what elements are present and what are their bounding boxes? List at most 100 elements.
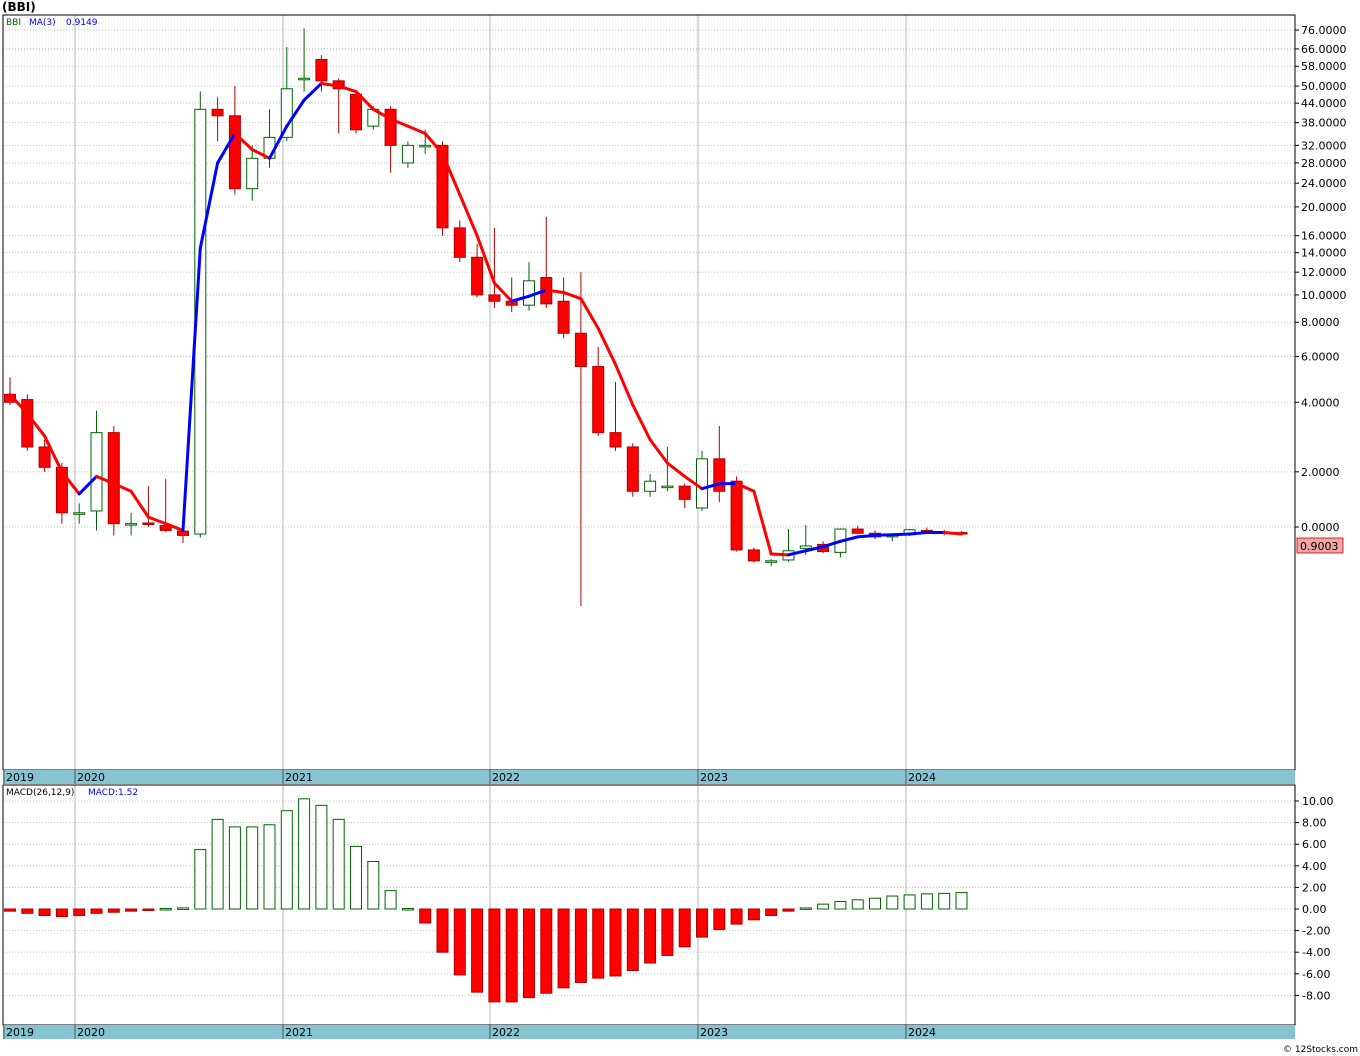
price-ytick-label: 6.0000 [1301,350,1340,363]
candle-up [419,144,432,148]
candle-down [730,480,743,551]
macd-bar-negative [765,908,778,916]
macd-ytick-label: -2.00 [1302,925,1330,938]
macd-bar-positive [211,818,224,910]
candle-down [436,144,449,229]
candle-up [280,88,293,138]
candle-up [765,560,778,563]
candle-down [574,332,587,368]
macd-bar-negative [713,908,726,931]
macd-bar-negative [540,908,553,994]
ma-segment [856,533,877,539]
macd-bar-negative [419,908,432,924]
macd-bar-positive [263,824,276,910]
candle-down [350,93,362,131]
candle-down [592,366,605,434]
macd-bar-positive [869,897,881,910]
macd-bar-positive [315,804,328,910]
legend-macd-value: MACD:1.52 [88,788,138,798]
candle-up [298,77,311,81]
macd-ytick-label: 0.00 [1302,903,1327,916]
macd-xtick-label: 2020 [77,1026,105,1039]
price-ytick-label: 32.0000 [1301,139,1347,152]
legend-symbol: BBI [6,18,21,28]
macd-xtick-label: 2021 [285,1026,313,1039]
macd-bar-negative [55,908,68,918]
ma-segment [908,531,929,536]
candle-down [557,300,570,334]
candle-down [471,256,484,296]
macd-bar-positive [886,895,899,910]
candle-down [851,528,864,534]
price-ytick-label: 4.0000 [1301,396,1340,409]
candle-up [401,144,414,164]
macd-ytick-label: -6.00 [1302,968,1330,981]
candle-down [315,58,328,82]
macd-bar-negative [574,908,587,983]
macd-bar-positive [920,893,933,910]
ma-segment [873,533,894,537]
macd-bar-positive [159,907,172,911]
macd-bar-negative [453,908,466,976]
macd-bar-negative [678,908,691,948]
macd-bar-positive [350,845,362,910]
macd-bar-negative [90,908,103,914]
price-ytick-label: 76.0000 [1301,24,1347,37]
candle-down [228,115,241,190]
macd-ytick-label: 2.00 [1302,881,1327,894]
price-xaxis-band [3,770,1295,784]
macd-xaxis-band [3,1025,1295,1039]
chart: 76.0000 66.0000 58.0000 50.0000 44.0000 38.00… [0,0,1360,1056]
macd-bar-negative [609,908,622,977]
macd-bar-positive [177,907,189,910]
candle-down [488,294,501,302]
legend-ma-value: 0.9149 [66,18,98,28]
macd-bar-positive [367,860,380,910]
macd-xtick-label: 2022 [492,1026,520,1039]
candle-up [696,458,708,509]
macd-bar-positive [246,826,259,910]
macd-ytick-label: -4.00 [1302,946,1330,959]
macd-bar-negative [592,908,605,979]
macd-ytick-label: 4.00 [1302,860,1327,873]
candle-down [142,522,155,525]
macd-bar-positive [332,818,345,910]
price-ytick-label: 24.0000 [1301,177,1347,190]
watermark: © 12Stocks.com [1283,1045,1358,1055]
ma-segment [942,531,963,536]
macd-bar-positive [799,907,812,910]
macd-ytick-label: -8.00 [1302,989,1330,1002]
price-ytick-label: 50.0000 [1301,80,1347,93]
candle-down [609,432,622,448]
macd-bar-positive [401,907,414,911]
candle-down [713,458,726,492]
macd-bar-negative [696,908,708,938]
macd-bar-positive [903,894,916,910]
candle-down [384,108,397,146]
candle-up [125,523,138,526]
price-xtick-label: 2023 [700,771,728,784]
macd-bar-negative [125,908,138,912]
macd-bar-positive [851,899,864,910]
macd-bar-positive [938,892,951,910]
macd-bar-negative [505,908,518,1003]
price-xtick-label: 2020 [77,771,105,784]
price-ytick-label: 10.0000 [1301,289,1347,302]
price-ytick-label: 38.0000 [1301,117,1347,130]
price-ytick-label: 28.0000 [1301,157,1347,170]
macd-ytick-label: 10.00 [1302,795,1334,808]
macd-bar-positive [834,900,847,910]
candle-up [523,280,535,306]
candle-up [246,157,259,190]
price-xtick-label: 2022 [492,771,520,784]
chart-title: (BBI) [2,0,36,14]
candle-down [38,446,51,468]
macd-bar-positive [817,903,830,910]
price-ytick-label: 8.0000 [1301,316,1340,329]
price-xtick-label: 2024 [908,771,936,784]
macd-bar-positive [298,798,311,910]
macd-ytick-label: 8.00 [1302,817,1327,830]
macd-bar-negative [21,908,34,914]
ma-segment [769,552,790,557]
price-ytick-label: 12.0000 [1301,266,1347,279]
